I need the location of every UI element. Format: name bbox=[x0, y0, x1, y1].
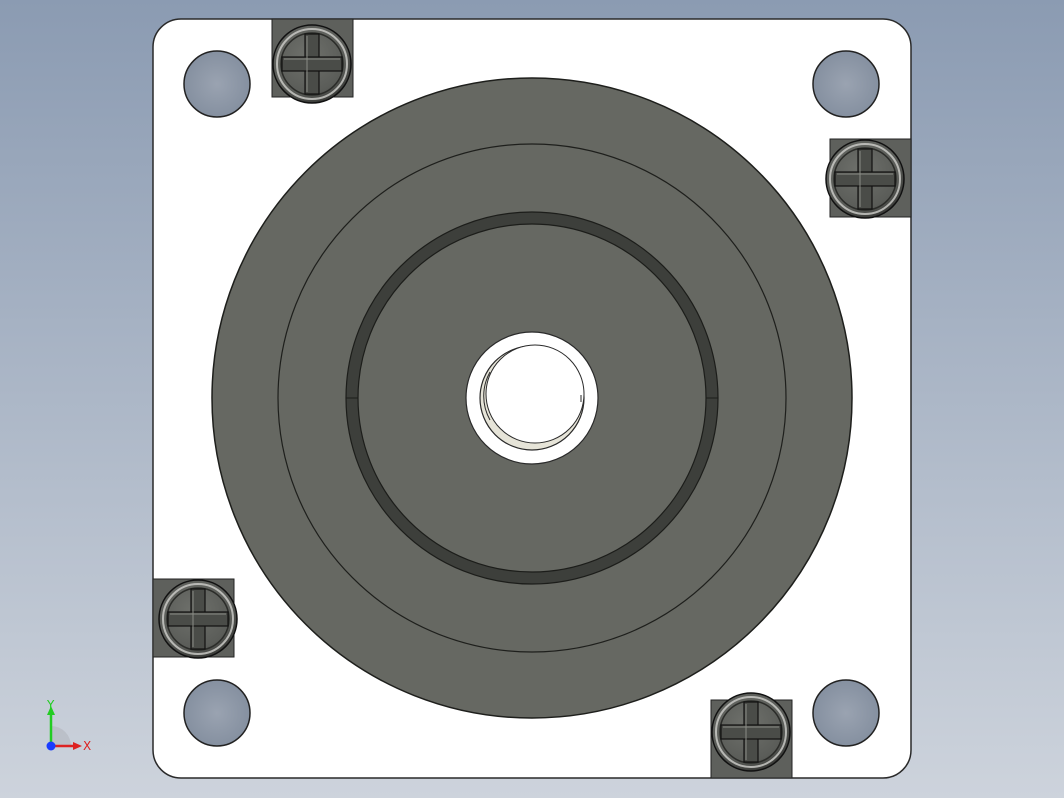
triad-y-label: Y bbox=[46, 698, 55, 712]
mounting-hole-bottom-left[interactable] bbox=[183, 679, 251, 747]
cad-viewport[interactable]: Y X bbox=[0, 0, 1064, 798]
mounting-hole-top-left[interactable] bbox=[183, 50, 251, 118]
screw-top[interactable] bbox=[272, 24, 352, 104]
screw-bottom[interactable] bbox=[711, 692, 791, 772]
center-bore-hole bbox=[485, 344, 585, 444]
triad-z-axis bbox=[46, 741, 56, 751]
mounting-hole-top-right[interactable] bbox=[812, 50, 880, 118]
triad-x-label: X bbox=[83, 739, 91, 753]
screw-right[interactable] bbox=[825, 139, 905, 219]
screw-left[interactable] bbox=[158, 579, 238, 659]
mounting-hole-bottom-right[interactable] bbox=[812, 679, 880, 747]
model-view[interactable]: Y X bbox=[0, 0, 1064, 798]
